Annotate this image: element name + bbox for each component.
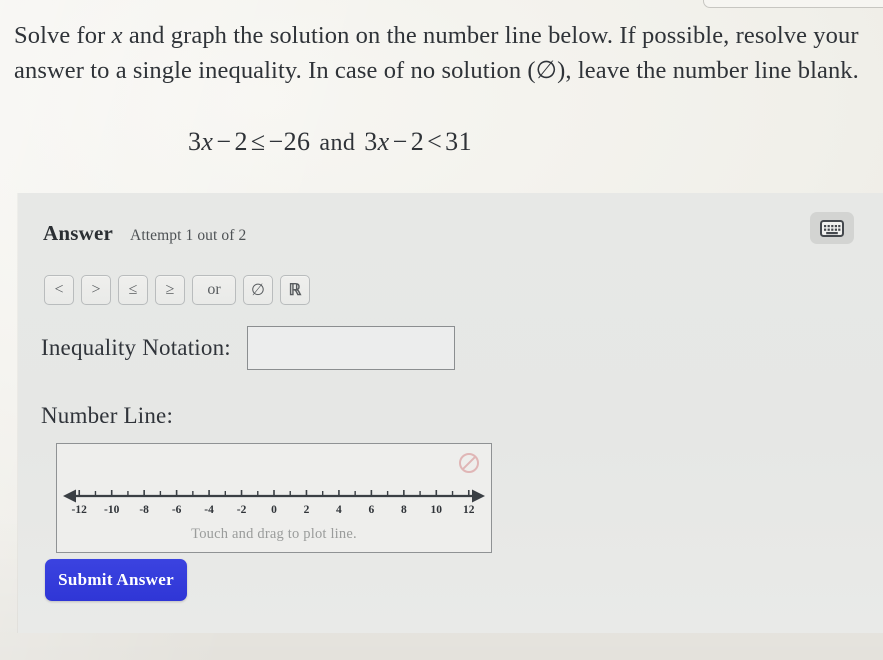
tick-label: -6 <box>172 504 182 516</box>
answer-title: Answer <box>43 221 114 245</box>
operator-button-empty-set[interactable]: ∅ <box>243 275 273 305</box>
top-partial-panel <box>703 0 883 8</box>
answer-panel: Answer Attempt 1 out of 2 < > ≤ ≥ or ∅ ℝ Inequ… <box>18 193 883 633</box>
equation-left-relation: ≤ <box>250 127 266 156</box>
operator-button-less-than[interactable]: < <box>44 275 74 305</box>
tick-label: 4 <box>336 504 342 516</box>
attempt-counter: Attempt 1 out of 2 <box>130 227 247 244</box>
equation: 3x −2 ≤ −26 and 3x −2 <31 <box>0 127 660 157</box>
submit-answer-button[interactable]: Submit Answer <box>45 559 187 601</box>
equation-right-rhs: 31 <box>445 127 472 156</box>
operator-button-row: < > ≤ ≥ or ∅ ℝ <box>44 275 310 305</box>
equation-right-relation: < <box>427 127 443 156</box>
equation-left-rhs: −26 <box>268 127 311 156</box>
question-text-part2: and graph the solution on the number lin… <box>14 22 859 84</box>
tick-label: 2 <box>304 504 310 516</box>
inequality-notation-row: Inequality Notation: <box>41 326 455 370</box>
tick-label: -8 <box>139 504 149 516</box>
equation-left-coefficient: 3 <box>188 127 202 156</box>
keyboard-icon <box>820 219 844 237</box>
tick-label: 12 <box>463 504 475 516</box>
equation-left-minus: − <box>216 127 232 156</box>
equation-right-variable: x <box>377 127 390 156</box>
number-line-label: Number Line: <box>41 403 174 428</box>
tick-label: -10 <box>104 504 120 516</box>
keyboard-toggle-button[interactable] <box>810 212 854 244</box>
inequality-notation-label: Inequality Notation: <box>41 335 231 360</box>
operator-button-real-numbers[interactable]: ℝ <box>280 275 310 305</box>
tick-label: -12 <box>72 504 88 516</box>
tick-label: 8 <box>401 504 407 516</box>
question-text-part1: Solve for <box>14 22 112 49</box>
number-line-axis: -12 -10 -8 -6 -4 -2 0 2 4 6 8 10 12 <box>63 489 485 516</box>
tick-label: -2 <box>237 504 247 516</box>
equation-right-coefficient: 3 <box>364 127 378 156</box>
operator-button-greater-than-or-equal[interactable]: ≥ <box>155 275 185 305</box>
tick-label: 10 <box>431 504 443 516</box>
question-variable: x <box>111 22 123 49</box>
answer-header: Answer Attempt 1 out of 2 <box>43 221 246 246</box>
tick-label: 0 <box>271 504 277 516</box>
inequality-notation-input[interactable] <box>246 326 455 370</box>
equation-left-constant: 2 <box>234 127 248 156</box>
question-text: Solve for x and graph the solution on th… <box>14 18 870 88</box>
number-line-canvas[interactable]: -12 -10 -8 -6 -4 -2 0 2 4 6 8 10 12 Touch and drag t… <box>56 443 492 553</box>
operator-button-less-than-or-equal[interactable]: ≤ <box>118 275 148 305</box>
equation-right-constant: 2 <box>410 127 425 156</box>
equation-right-minus: − <box>392 127 408 156</box>
tick-label: 6 <box>369 504 375 516</box>
number-line-hint: Touch and drag to plot line. <box>191 526 357 542</box>
operator-button-or[interactable]: or <box>192 275 236 305</box>
operator-button-greater-than[interactable]: > <box>81 275 111 305</box>
equation-conjunction: and <box>319 130 356 156</box>
no-entry-icon[interactable] <box>457 451 481 475</box>
equation-left-variable: x <box>201 127 214 156</box>
tick-label: -4 <box>204 504 214 516</box>
